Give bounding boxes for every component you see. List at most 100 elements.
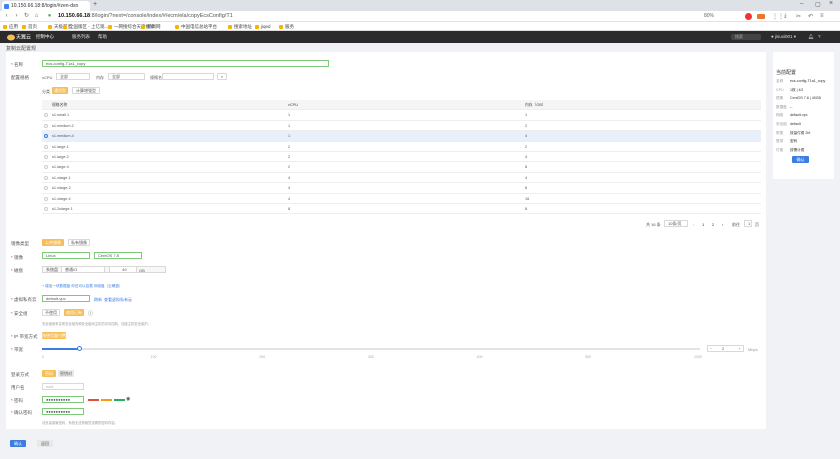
maximize-icon[interactable]: ▢ xyxy=(815,1,821,8)
os-type-select[interactable]: Linux xyxy=(42,252,90,259)
sg-none-button[interactable]: 不使用 xyxy=(42,309,60,316)
password-input[interactable]: ●●●●●●●●●● xyxy=(42,396,84,403)
tab-password[interactable]: 密码 xyxy=(42,370,56,377)
user-menu[interactable]: ● jisuxi001 ▾ xyxy=(771,31,796,43)
disk-type-select[interactable]: 普通IO xyxy=(61,266,105,273)
disk-size-input[interactable]: 40 xyxy=(109,266,137,273)
row-radio[interactable] xyxy=(44,196,48,201)
summary-confirm-button[interactable]: 确认 xyxy=(792,156,809,163)
forward-icon[interactable]: › xyxy=(13,13,20,20)
bookmark-item[interactable]: 应用 xyxy=(3,23,18,30)
flavor-name-input[interactable] xyxy=(162,73,214,80)
header-search[interactable]: 搜索 xyxy=(731,34,761,40)
decrement-icon[interactable]: − xyxy=(710,346,712,351)
goto-input[interactable]: 1 xyxy=(744,220,752,227)
logo[interactable]: 天翼云 xyxy=(6,33,32,41)
eye-icon[interactable]: ◉ xyxy=(126,396,130,402)
row-radio[interactable] xyxy=(44,206,48,211)
tab-general[interactable]: 通用型 xyxy=(52,87,68,94)
row-radio[interactable] xyxy=(44,154,48,159)
info-icon[interactable]: ⓘ xyxy=(88,310,93,317)
nav-console[interactable]: 控制中心 xyxy=(36,31,54,43)
bandwidth-slider-track[interactable] xyxy=(42,346,700,351)
prev-page-icon[interactable]: ‹ xyxy=(693,222,694,227)
pagination-total: 共 16 条 xyxy=(646,222,661,227)
table-row[interactable]: s1.xlarge.4 4 16 xyxy=(42,194,761,204)
close-window-icon[interactable]: × xyxy=(829,0,833,7)
bandwidth-stepper[interactable]: − 2 + xyxy=(707,345,744,352)
username-input[interactable]: root xyxy=(42,383,84,390)
table-row[interactable]: s1.medium.2 1 2 xyxy=(42,121,761,132)
bookmark-item[interactable]: 新闻网 xyxy=(141,23,161,30)
game-extension-icon[interactable] xyxy=(757,14,765,19)
reload-icon[interactable]: ↻ xyxy=(23,13,30,20)
new-tab-icon[interactable]: + xyxy=(93,1,97,8)
table-row[interactable]: s1.xlarge.1 4 4 xyxy=(42,173,761,184)
bookmark-item[interactable]: 中国电信总站平台 xyxy=(175,23,217,30)
extension-icon[interactable] xyxy=(745,13,752,20)
summary-row: 带宽 按量付费 2M xyxy=(776,131,810,136)
url-field[interactable]: 10.150.66.18:8/login/?next=/console/inde… xyxy=(58,13,233,20)
download-icon[interactable]: ⤓ xyxy=(784,13,787,20)
grid-icon[interactable]: ⋮⋮ xyxy=(772,13,784,20)
vcpu-select[interactable]: 全部 xyxy=(56,73,90,80)
minimize-icon[interactable]: – xyxy=(800,1,803,7)
ok-button[interactable]: 确认 xyxy=(10,440,26,447)
table-row[interactable]: s1.large.4 2 8 xyxy=(42,162,761,173)
bookmark-item[interactable]: 搜索地址 xyxy=(228,23,252,30)
row-radio[interactable] xyxy=(44,113,48,118)
page-size-select[interactable]: 10条/页 xyxy=(664,220,688,227)
row-radio[interactable] xyxy=(44,165,48,170)
row-radio[interactable] xyxy=(44,134,48,139)
nav-help[interactable]: 帮助 xyxy=(98,31,107,43)
row-radio[interactable] xyxy=(44,175,48,180)
table-row[interactable]: s1.medium.4 1 4 xyxy=(42,131,761,142)
tab-public-image[interactable]: 公共镜像 xyxy=(42,239,64,246)
search-button[interactable]: ⌕ xyxy=(217,73,227,80)
browser-tab[interactable]: 10.150.66.18:8/login/#zen-dsn xyxy=(2,1,90,11)
tab-compute[interactable]: 计算增强型 xyxy=(72,87,100,94)
os-version-select[interactable]: CentOS 7.8 xyxy=(94,252,142,259)
help-icon[interactable]: ? xyxy=(818,31,821,43)
table-row[interactable]: s1.large.2 2 4 xyxy=(42,152,761,163)
mem-select[interactable]: 全部 xyxy=(108,73,145,80)
vpc-refresh-link[interactable]: 刷新 xyxy=(94,297,102,303)
back-icon[interactable]: ‹ xyxy=(3,13,10,20)
bookmark-item[interactable]: 服务 xyxy=(279,23,294,30)
row-radio[interactable] xyxy=(44,123,48,128)
zoom-level[interactable]: 80% xyxy=(704,13,714,19)
next-page-icon[interactable]: › xyxy=(722,222,723,227)
table-row[interactable]: s1.2xlarge.1 8 8 xyxy=(42,204,761,215)
page-1[interactable]: 1 xyxy=(702,222,704,227)
bandwidth-tick-label: 1000 xyxy=(694,355,702,359)
nav-services[interactable]: 服务列表 xyxy=(72,31,90,43)
cancel-button[interactable]: 返回 xyxy=(37,440,53,447)
bandwidth-billing-button[interactable]: 按使用量付费 xyxy=(42,332,66,339)
undo-icon[interactable]: ↶ xyxy=(808,13,813,20)
tab-keypair[interactable]: 密钥对 xyxy=(58,370,74,377)
disk-label: * 磁盘 xyxy=(11,268,24,273)
summary-row: 登录 密码 xyxy=(776,139,797,144)
table-row[interactable]: s1.large.1 2 2 xyxy=(42,142,761,152)
confirm-password-input[interactable]: ●●●●●●●●●● xyxy=(42,408,84,415)
row-radio[interactable] xyxy=(44,144,48,149)
page-2[interactable]: 2 xyxy=(712,222,714,227)
bell-icon[interactable]: 🔔︎ xyxy=(808,31,814,43)
table-row[interactable]: s1.xlarge.2 4 8 xyxy=(42,183,761,194)
home-icon[interactable]: ⌂ xyxy=(33,13,40,20)
sg-existing-button[interactable]: 使用已有 xyxy=(64,309,84,316)
bookmark-item[interactable]: 首页 xyxy=(22,23,37,30)
bookmark-item[interactable]: 全国版区 - 上亿观... xyxy=(63,23,108,30)
table-row[interactable]: s1.small.1 1 1 xyxy=(42,110,761,121)
cut-icon[interactable]: ✂ xyxy=(796,13,801,20)
vpc-select[interactable]: default-vpc xyxy=(42,295,90,302)
menu-icon[interactable]: ≡ xyxy=(820,13,824,19)
bookmark-item[interactable]: jiqed xyxy=(255,23,271,30)
row-radio[interactable] xyxy=(44,186,48,191)
tab-private-image[interactable]: 私有镜像 xyxy=(68,239,90,246)
vpc-view-link[interactable]: 查看虚拟私有云 xyxy=(104,297,132,303)
bandwidth-slider-thumb[interactable] xyxy=(77,346,82,351)
increment-icon[interactable]: + xyxy=(739,346,741,351)
add-data-disk-link[interactable]: + 增加一块数据盘 你还可以挂载 块磁盘（云硬盘） xyxy=(42,284,123,289)
name-input[interactable]: ecs-config-T1a1_copy xyxy=(42,60,329,67)
